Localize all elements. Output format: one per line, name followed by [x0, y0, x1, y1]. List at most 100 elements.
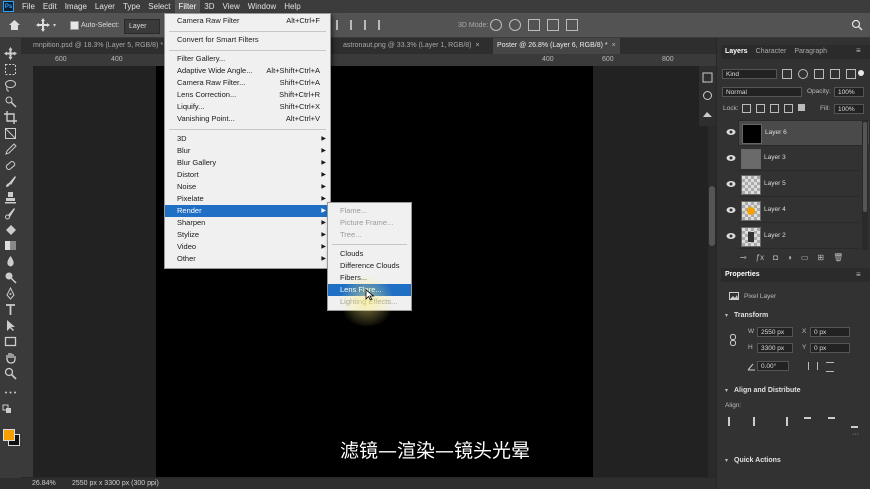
menu-file[interactable]: File	[18, 0, 39, 13]
type-icon[interactable]	[4, 303, 17, 316]
lock-transparent-icon[interactable]	[742, 104, 751, 113]
chevron-down-icon[interactable]: ▾	[53, 22, 56, 29]
filter-liquify[interactable]: Liquify... Shift+Ctrl+X	[165, 101, 330, 113]
home-icon[interactable]	[8, 19, 21, 31]
layer-name[interactable]: Layer 4	[764, 198, 786, 222]
menu-filter[interactable]: Filter	[174, 0, 201, 13]
blur-icon[interactable]	[4, 255, 17, 268]
history-icon[interactable]	[702, 72, 713, 83]
layer-row-layer-2[interactable]: Layer 2	[738, 224, 860, 249]
lock-all-icon[interactable]	[798, 104, 805, 111]
properties-title[interactable]: Properties	[721, 268, 764, 282]
align-top-edges-icon[interactable]	[804, 417, 812, 428]
menu-view[interactable]: View	[219, 0, 244, 13]
filter-smart-object-icon[interactable]	[846, 69, 856, 79]
orbit-icon[interactable]	[490, 19, 502, 31]
filter-sharpen[interactable]: Sharpen ▶	[165, 217, 330, 229]
status-arrow-icon[interactable]: ›	[150, 478, 152, 489]
align-vertical-centers-icon[interactable]	[827, 417, 835, 428]
angle-field[interactable]: 0.00°	[757, 361, 789, 371]
blend-mode-dropdown[interactable]: Normal	[722, 87, 802, 97]
crop-icon[interactable]	[4, 111, 17, 124]
layer-style-icon[interactable]: ƒx	[756, 253, 764, 262]
filter-other[interactable]: Other ▶	[165, 253, 330, 265]
fill-field[interactable]: 100%	[834, 104, 864, 114]
panel-menu-icon[interactable]: ≡	[856, 270, 861, 279]
width-field[interactable]: 2550 px	[757, 327, 793, 337]
layer-name[interactable]: Layer 6	[765, 121, 787, 145]
zoom-icon[interactable]	[4, 367, 17, 380]
reset-colors-icon[interactable]	[2, 404, 15, 417]
transform-title[interactable]: Transform	[734, 312, 768, 319]
lasso-icon[interactable]	[4, 79, 17, 92]
pen-icon[interactable]	[4, 287, 17, 300]
collapse-arrow-icon[interactable]: ▾	[725, 387, 728, 394]
filter-vanishing-point[interactable]: Vanishing Point... Alt+Ctrl+V	[165, 113, 330, 125]
delete-layer-icon[interactable]: 🗑	[833, 253, 843, 262]
tab-poster[interactable]: Poster @ 26.8% (Layer 6, RGB/8) * ×	[493, 38, 620, 54]
tab-mnpition[interactable]: mnpition.psd @ 18.3% (Layer 5, RGB/8) *×	[29, 38, 175, 54]
menu-select[interactable]: Select	[144, 0, 174, 13]
color-icon[interactable]	[702, 90, 713, 101]
history-brush-icon[interactable]	[4, 207, 17, 220]
layer-row-layer-6[interactable]: Layer 6	[738, 120, 870, 146]
lock-image-icon[interactable]	[756, 104, 765, 113]
align-horizontal-centers-icon[interactable]	[753, 417, 762, 426]
visibility-eye-icon[interactable]	[726, 232, 736, 240]
filter-adjustment-icon[interactable]	[798, 69, 808, 79]
collapse-arrow-icon[interactable]: ▾	[725, 312, 728, 319]
distribute-icon[interactable]	[364, 20, 372, 30]
layers-scrollbar[interactable]	[862, 120, 868, 250]
filter-blur[interactable]: Blur ▶	[165, 145, 330, 157]
more-tools-icon[interactable]	[4, 386, 17, 399]
new-layer-icon[interactable]: ⊞	[817, 253, 824, 262]
filter-stylize[interactable]: Stylize ▶	[165, 229, 330, 241]
roll-icon[interactable]	[509, 19, 521, 31]
layer-name[interactable]: Layer 2	[764, 224, 786, 248]
filter-lens-correction[interactable]: Lens Correction... Shift+Ctrl+R	[165, 89, 330, 101]
menu-layer[interactable]: Layer	[91, 0, 119, 13]
filter-blur-gallery[interactable]: Blur Gallery ▶	[165, 157, 330, 169]
filter-pixelate[interactable]: Pixelate ▶	[165, 193, 330, 205]
auto-select-dropdown[interactable]: Layer	[124, 19, 160, 34]
hand-icon[interactable]	[4, 351, 17, 364]
scrollbar-thumb[interactable]	[709, 186, 715, 246]
filter-convert-smart[interactable]: Convert for Smart Filters	[165, 34, 330, 46]
filter-video[interactable]: Video ▶	[165, 241, 330, 253]
slide-icon[interactable]	[547, 19, 559, 31]
search-icon[interactable]	[851, 19, 863, 31]
filter-shape-icon[interactable]	[830, 69, 840, 79]
link-proportions-icon[interactable]	[729, 334, 737, 346]
filter-toggle-icon[interactable]	[858, 70, 864, 76]
filter-gallery[interactable]: Filter Gallery...	[165, 53, 330, 65]
align-bottom-edges-icon[interactable]	[850, 417, 858, 428]
healing-brush-icon[interactable]	[4, 159, 17, 172]
filter-camera-raw-last[interactable]: Camera Raw Filter Alt+Ctrl+F	[165, 15, 330, 27]
menu-image[interactable]: Image	[61, 0, 91, 13]
close-icon[interactable]: ×	[612, 42, 616, 49]
filter-adaptive-wide[interactable]: Adaptive Wide Angle... Alt+Shift+Ctrl+A	[165, 65, 330, 77]
align-left-edges-icon[interactable]	[728, 417, 737, 426]
flip-vertical-icon[interactable]	[826, 362, 834, 372]
brush-icon[interactable]	[4, 175, 17, 188]
clone-stamp-icon[interactable]	[4, 191, 17, 204]
marquee-icon[interactable]	[4, 63, 17, 76]
filter-3d[interactable]: 3D ▶	[165, 133, 330, 145]
menu-window[interactable]: Window	[244, 0, 280, 13]
panel-menu-icon[interactable]: ≡	[856, 46, 861, 55]
filter-noise[interactable]: Noise ▶	[165, 181, 330, 193]
layer-row-layer-5[interactable]: Layer 5	[738, 172, 860, 197]
opacity-field[interactable]: 100%	[834, 87, 864, 97]
filter-camera-raw[interactable]: Camera Raw Filter... Shift+Ctrl+A	[165, 77, 330, 89]
x-field[interactable]: 0 px	[810, 327, 850, 337]
render-fibers[interactable]: Fibers...	[328, 272, 411, 284]
menu-type[interactable]: Type	[119, 0, 144, 13]
visibility-eye-icon[interactable]	[726, 128, 736, 136]
quick-select-icon[interactable]	[4, 95, 17, 108]
flip-horizontal-icon[interactable]	[808, 362, 818, 370]
move-icon[interactable]	[4, 47, 17, 60]
align-center-icon[interactable]	[336, 20, 344, 30]
pan-icon[interactable]	[528, 19, 540, 31]
add-mask-icon[interactable]: ◘	[773, 253, 778, 262]
filter-type-icon[interactable]	[814, 69, 824, 79]
